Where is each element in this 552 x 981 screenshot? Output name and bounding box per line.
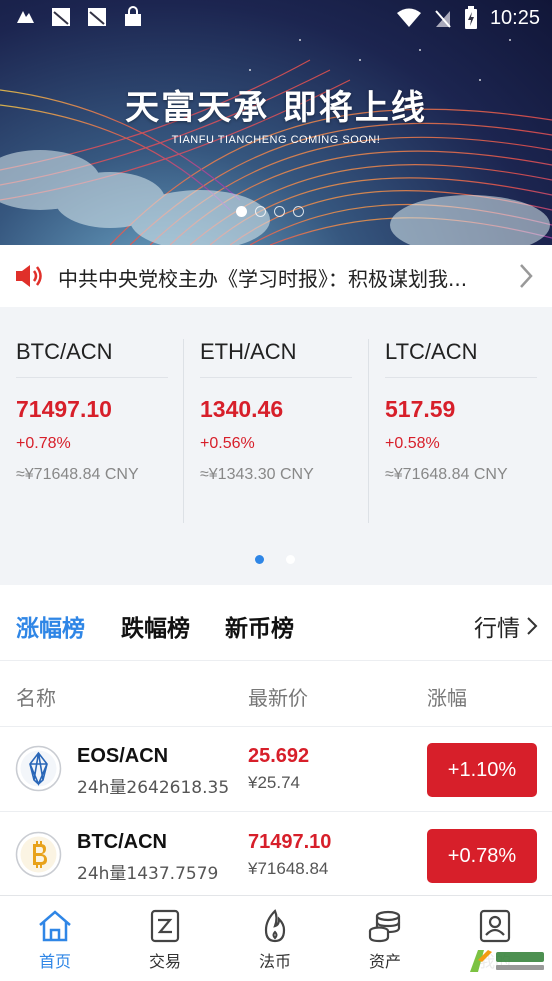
nav-label: 资产 xyxy=(368,952,401,971)
trade-icon xyxy=(150,909,180,943)
tab-gainers[interactable]: 涨幅榜 xyxy=(16,609,85,643)
nav-label: 法币 xyxy=(258,952,291,971)
row-pair: BTC/ACN xyxy=(77,831,167,853)
ticker-pagination[interactable] xyxy=(255,555,295,564)
table-row[interactable]: EOS/ACN 24h量2642618.35 25.692 ¥25.74 +1.… xyxy=(0,727,552,812)
chevron-right-icon xyxy=(527,617,538,635)
promo-banner[interactable]: 10:25 天富天承 即将上线 TIANFU TIANCHENG COMING … xyxy=(0,0,552,245)
ticker-price: 71497.10 xyxy=(16,396,112,422)
ticker-dot[interactable] xyxy=(255,555,264,564)
tab-losers[interactable]: 跌幅榜 xyxy=(121,609,190,643)
nav-label: 首页 xyxy=(38,952,71,971)
row-volume: 24h量2642618.35 xyxy=(77,778,230,798)
ticker-change: +0.58% xyxy=(385,435,440,452)
ticker-price: 517.59 xyxy=(385,396,456,422)
profile-card-icon xyxy=(479,909,511,943)
divider xyxy=(368,339,369,523)
ticker-card[interactable]: BTC/ACN 71497.10 +0.78% ≈¥71648.84 CNY xyxy=(16,339,184,523)
row-cny: ¥25.74 xyxy=(248,773,300,792)
nav-label: 交易 xyxy=(148,952,181,971)
banner-dot[interactable] xyxy=(236,206,247,217)
announcement-text[interactable]: 中共中央党校主办《学习时报》：积极谋划我... xyxy=(58,263,508,292)
banner-subtitle: TIANFU TIANCHENG COMING SOON! xyxy=(171,134,381,146)
ticker-pair: ETH/ACN xyxy=(200,339,352,378)
nav-fiat[interactable]: 法币 xyxy=(235,908,315,972)
image-notification-icon xyxy=(52,8,70,26)
banner-dot[interactable] xyxy=(274,206,285,217)
ticker-pair: BTC/ACN xyxy=(16,339,168,378)
ranking-section: 涨幅榜 跌幅榜 新币榜 行情 名称 最新价 涨幅 EOS/ACN 24h量264… xyxy=(0,585,552,898)
column-header-price: 最新价 xyxy=(248,686,308,710)
table-row[interactable]: BTC/ACN 24h量1437.7579 71497.10 ¥71648.84… xyxy=(0,813,552,898)
nav-assets[interactable]: 资产 xyxy=(345,908,425,972)
announcement-bar[interactable]: 中共中央党校主办《学习时报》：积极谋划我... xyxy=(0,245,552,307)
shopping-bag-icon xyxy=(125,6,141,26)
ticker-change: +0.78% xyxy=(16,435,71,452)
ticker-card[interactable]: ETH/ACN 1340.46 +0.56% ≈¥1343.30 CNY xyxy=(200,339,368,523)
ticker-cny: ≈¥71648.84 CNY xyxy=(16,466,139,483)
row-pair: EOS/ACN xyxy=(77,745,169,767)
change-badge[interactable]: +0.78% xyxy=(427,829,537,883)
watermark-logo xyxy=(466,946,548,976)
image-notification-icon-2 xyxy=(88,8,106,26)
ticker-cny: ≈¥71648.84 CNY xyxy=(385,466,508,483)
ticker-price: 1340.46 xyxy=(200,396,284,422)
ticker-dot[interactable] xyxy=(286,555,295,564)
wifi-icon xyxy=(396,8,421,27)
column-header-change: 涨幅 xyxy=(427,686,467,710)
ranking-tabs: 涨幅榜 跌幅榜 新币榜 行情 xyxy=(0,585,552,661)
change-badge[interactable]: +1.10% xyxy=(427,743,537,797)
ticker-carousel[interactable]: BTC/ACN 71497.10 +0.78% ≈¥71648.84 CNY E… xyxy=(0,307,552,584)
fiat-flame-icon xyxy=(264,909,286,943)
market-link-label: 行情 xyxy=(474,616,520,642)
no-signal-icon xyxy=(435,10,451,28)
divider xyxy=(183,339,184,523)
ticker-pair: LTC/ACN xyxy=(385,339,537,378)
market-link[interactable]: 行情 xyxy=(474,609,538,643)
home-icon xyxy=(39,910,71,942)
eos-icon xyxy=(15,745,62,792)
banner-dot[interactable] xyxy=(255,206,266,217)
status-bar: 10:25 xyxy=(0,0,552,40)
banner-pagination[interactable] xyxy=(236,206,304,217)
row-price: 25.692 xyxy=(248,745,310,767)
chevron-right-icon[interactable] xyxy=(518,262,534,290)
row-cny: ¥71648.84 xyxy=(248,859,329,878)
column-header-name: 名称 xyxy=(16,686,56,710)
banner-dot[interactable] xyxy=(293,206,304,217)
clock-time: 10:25 xyxy=(489,6,540,29)
ticker-change: +0.56% xyxy=(200,435,255,452)
app-notification-icon xyxy=(17,11,34,23)
nav-trade[interactable]: 交易 xyxy=(125,908,205,972)
app-screen: 10:25 天富天承 即将上线 TIANFU TIANCHENG COMING … xyxy=(0,0,552,981)
ticker-cny: ≈¥1343.30 CNY xyxy=(200,466,314,483)
nav-home[interactable]: 首页 xyxy=(15,908,95,972)
banner-title: 天富天承 即将上线 xyxy=(125,88,427,128)
bitcoin-icon xyxy=(15,831,62,878)
coins-stack-icon xyxy=(368,910,401,943)
row-price: 71497.10 xyxy=(248,831,332,853)
speaker-icon xyxy=(16,265,42,287)
row-volume: 24h量1437.7579 xyxy=(77,864,219,884)
tab-new-coins[interactable]: 新币榜 xyxy=(225,609,294,643)
ticker-card[interactable]: LTC/ACN 517.59 +0.58% ≈¥71648.84 CNY xyxy=(385,339,552,523)
battery-charging-icon xyxy=(464,6,477,29)
